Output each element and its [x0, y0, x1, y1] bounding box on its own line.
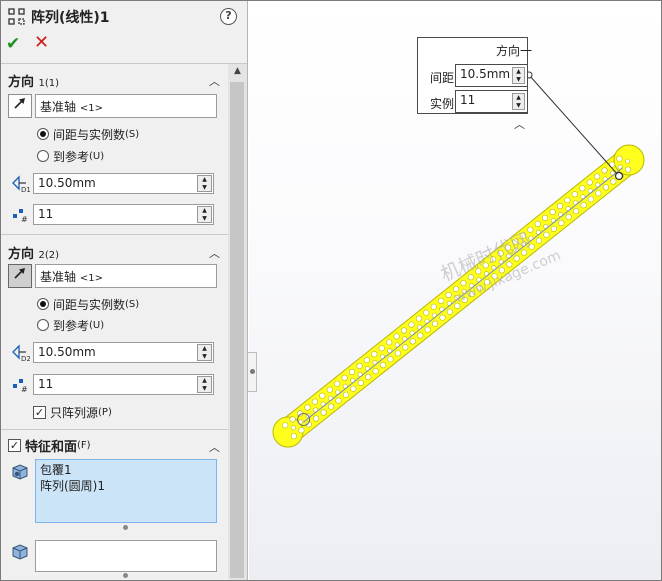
callout-collapse-icon[interactable]: ︿ — [514, 116, 525, 132]
callout-leader-line — [528, 74, 620, 177]
strip-hole — [558, 219, 565, 227]
strip-hole — [371, 351, 378, 358]
strip-hole — [535, 237, 543, 244]
direction-handle[interactable] — [614, 171, 624, 181]
strip-hole — [624, 158, 630, 164]
strip-hole — [439, 314, 446, 321]
strip-hole — [289, 416, 296, 423]
strip-hole — [527, 226, 534, 233]
strip-hole — [356, 362, 363, 370]
strip-hole — [402, 344, 409, 351]
strip-hole — [595, 190, 602, 197]
strip-hole — [394, 350, 402, 357]
strip-hole — [550, 225, 558, 232]
strip-hole — [387, 356, 394, 363]
strip-hole — [320, 409, 327, 416]
callout-spacing-value: 10.5mm — [460, 67, 511, 81]
strip-hole — [386, 339, 393, 346]
strip-hole — [564, 197, 571, 204]
strip-hole — [311, 398, 319, 405]
strip-hole — [378, 345, 385, 352]
strip-hole — [304, 404, 311, 411]
callout-spacing-label: 间距: — [430, 71, 459, 85]
strip-hole — [326, 386, 333, 393]
strip-hole — [415, 315, 423, 322]
strip-hole — [298, 427, 305, 434]
strip-hole — [572, 208, 580, 215]
callout-instances-value: 11 — [460, 93, 476, 107]
strip-hole — [579, 185, 586, 192]
callout-instances-stepper[interactable]: ▲ ▼ — [512, 93, 525, 110]
strip-hole — [290, 425, 296, 431]
strip-hole — [393, 333, 400, 340]
strip-hole — [365, 373, 372, 381]
strip-hole — [334, 380, 341, 387]
strip-hole — [400, 327, 408, 334]
strip-hole — [341, 374, 348, 382]
callout-instances-input[interactable]: 11 ▲ ▼ — [455, 90, 528, 113]
callout-title: 方向一 — [496, 44, 533, 58]
strip-hole — [580, 202, 587, 209]
strip-hole — [423, 309, 430, 316]
callout-instances-label: 实例: — [430, 97, 459, 111]
strip-hole — [549, 208, 556, 216]
strip-hole — [350, 385, 357, 392]
callout-spacing-stepper[interactable]: ▲ ▼ — [512, 67, 525, 84]
strip-hole — [342, 391, 350, 398]
strip-hole — [417, 332, 424, 339]
strip-hole — [409, 338, 416, 345]
strip-hole — [430, 303, 437, 310]
strip-hole — [335, 397, 342, 404]
strip-hole — [313, 415, 320, 422]
strip-hole — [616, 155, 623, 162]
strip-hole — [543, 231, 550, 238]
strip-hole — [593, 173, 601, 180]
strip-hole — [602, 184, 610, 191]
strip-hole — [424, 326, 431, 333]
strip-hole — [431, 320, 439, 327]
strip-hole — [571, 191, 578, 198]
strip-hole — [610, 178, 617, 185]
strip-hole — [319, 392, 326, 399]
strip-hole — [357, 379, 364, 387]
strip-hole — [534, 220, 541, 227]
strip-hole — [586, 179, 593, 186]
strip-hole — [565, 213, 572, 221]
strip-hole — [408, 321, 415, 328]
callout-spacing-input[interactable]: 10.5mm ▲ ▼ — [455, 64, 528, 87]
strip-hole — [446, 308, 454, 315]
strip-hole — [363, 357, 371, 364]
pattern-part-preview — [272, 71, 645, 448]
strip-hole — [556, 203, 564, 210]
strip-hole — [438, 297, 445, 305]
strip-hole — [282, 422, 289, 429]
strip-hole — [445, 291, 452, 299]
strip-hole — [601, 167, 608, 174]
strip-hole — [541, 214, 549, 221]
strip-hole — [348, 368, 356, 376]
strip-hole — [624, 166, 632, 173]
strip-hole — [328, 403, 335, 410]
strip-hole — [372, 368, 379, 375]
strip-hole — [379, 362, 387, 369]
strip-hole — [290, 433, 298, 440]
strip-hole — [587, 196, 595, 203]
